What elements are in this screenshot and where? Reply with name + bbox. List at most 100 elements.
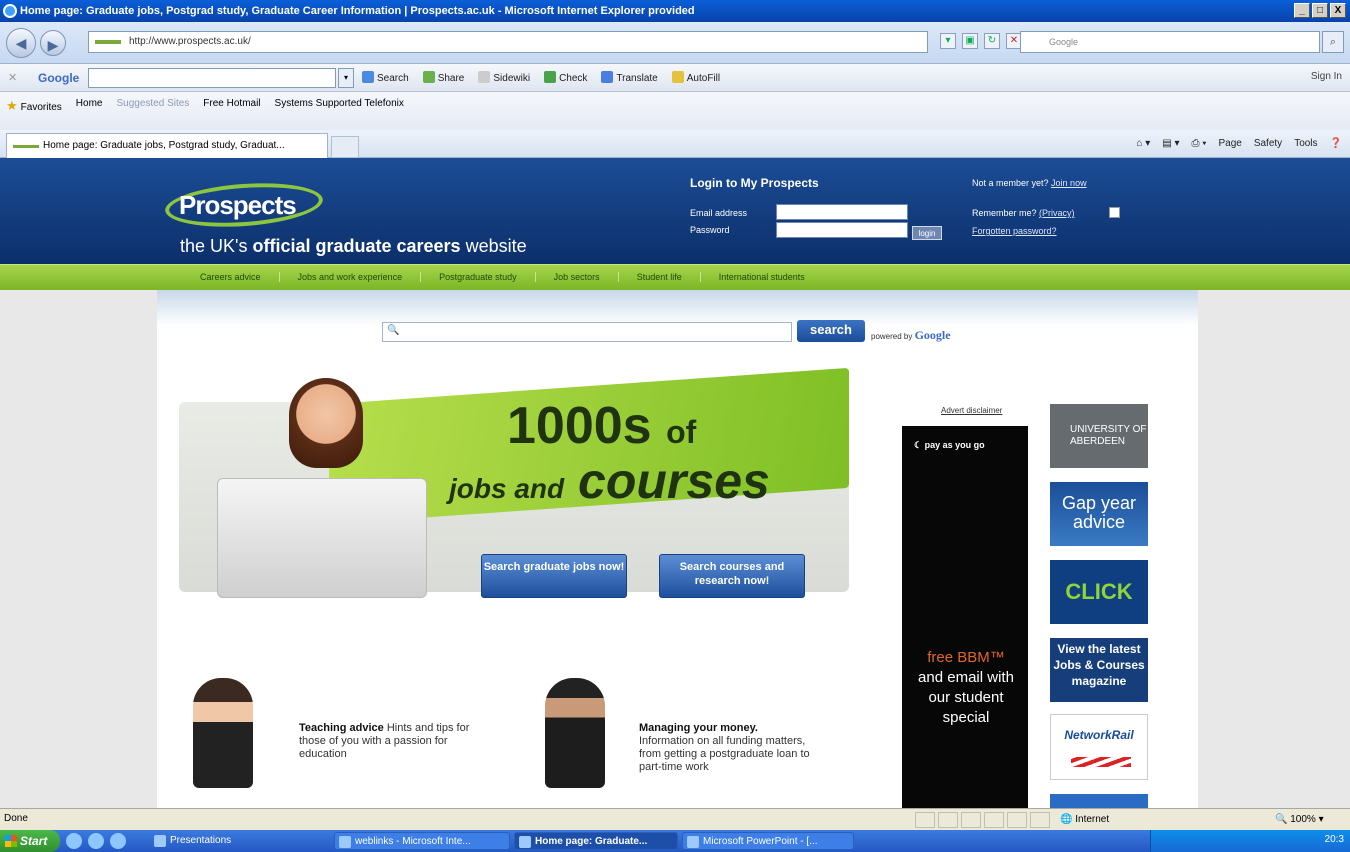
taskbar-weblinks[interactable]: weblinks - Microsoft Inte... bbox=[334, 832, 510, 850]
payg-label: ☾ pay as you go bbox=[914, 440, 985, 450]
nav-international-students[interactable]: International students bbox=[701, 272, 823, 282]
nav-jobs-work-experience[interactable]: Jobs and work experience bbox=[280, 272, 422, 282]
windows-taskbar: Start Presentations weblinks - Microsoft… bbox=[0, 830, 1350, 852]
page-menu[interactable]: Page bbox=[1218, 138, 1241, 149]
home-icon[interactable]: ⌂ ▾ bbox=[1136, 138, 1150, 149]
google-share-button[interactable]: Share bbox=[422, 71, 464, 84]
address-dropdown-icon[interactable]: ▾ bbox=[940, 33, 956, 49]
student-photo bbox=[289, 378, 363, 468]
close-button[interactable]: X bbox=[1330, 3, 1346, 18]
tools-menu[interactable]: Tools bbox=[1294, 138, 1317, 149]
address-url: http://www.prospects.ac.uk/ bbox=[129, 36, 251, 47]
fav-link-home[interactable]: Home bbox=[76, 98, 103, 114]
fav-link-hotmail[interactable]: Free Hotmail bbox=[203, 98, 260, 114]
safety-menu[interactable]: Safety bbox=[1254, 138, 1282, 149]
hero-banner: 1000s of jobs and courses Search graduat… bbox=[179, 367, 849, 618]
quick-launch-ie-icon[interactable] bbox=[88, 833, 104, 849]
nav-careers-advice[interactable]: Careers advice bbox=[182, 272, 280, 282]
star-icon: ★ bbox=[6, 98, 18, 113]
address-input[interactable]: http://www.prospects.ac.uk/ bbox=[88, 31, 928, 53]
close-toolbar-icon[interactable]: ✕ bbox=[8, 71, 17, 84]
forward-button[interactable]: ▶ bbox=[40, 30, 66, 56]
site-search-button[interactable]: search bbox=[797, 320, 865, 342]
forgotten-password-link[interactable]: Forgotten password? bbox=[972, 226, 1057, 236]
teaching-advice-promo[interactable]: Teaching advice Hints and tips for those… bbox=[193, 678, 513, 808]
google-dropdown-icon[interactable]: ▾ bbox=[338, 68, 354, 88]
search-go-icon[interactable]: ⌕ bbox=[1322, 31, 1344, 53]
search-graduate-jobs-button[interactable]: Search graduate jobs now! bbox=[481, 554, 627, 598]
taskbar-prospects[interactable]: Home page: Graduate... bbox=[514, 832, 678, 850]
google-sidewiki-button[interactable]: Sidewiki bbox=[478, 71, 530, 84]
presentations-folder[interactable]: Presentations bbox=[150, 832, 310, 850]
start-button[interactable]: Start bbox=[0, 830, 60, 852]
back-button[interactable]: ◀ bbox=[6, 28, 36, 58]
partial-advert[interactable] bbox=[1050, 794, 1148, 808]
managing-money-promo[interactable]: Managing your money. Information on all f… bbox=[545, 678, 865, 808]
print-icon[interactable]: ⎙ ▾ bbox=[1191, 138, 1206, 149]
search-input[interactable]: Google bbox=[1020, 31, 1320, 53]
address-toolbar: ◀ ▶ http://www.prospects.ac.uk/ ▾ ▣ ↻ ✕ … bbox=[0, 22, 1350, 64]
google-search-button[interactable]: Search bbox=[362, 71, 409, 84]
favorites-bar: ★ Favorites Home Suggested Sites Free Hot… bbox=[0, 92, 1350, 130]
privacy-link[interactable]: (Privacy) bbox=[1039, 208, 1075, 218]
fav-link-suggested[interactable]: Suggested Sites bbox=[116, 98, 189, 114]
window-title: Home page: Graduate jobs, Postgrad study… bbox=[20, 5, 695, 17]
search-courses-button[interactable]: Search courses and research now! bbox=[659, 554, 805, 598]
site-search-input[interactable]: 🔍 bbox=[382, 322, 792, 342]
email-field[interactable] bbox=[776, 204, 908, 220]
nav-postgraduate-study[interactable]: Postgraduate study bbox=[421, 272, 536, 282]
login-button[interactable]: login bbox=[912, 226, 942, 240]
google-check-button[interactable]: Check bbox=[544, 71, 587, 84]
search-icon: 🔍 bbox=[387, 325, 400, 336]
quick-launch-folder-icon[interactable] bbox=[110, 833, 126, 849]
google-logo: Google bbox=[38, 71, 80, 85]
feeds-icon[interactable]: ▤ ▾ bbox=[1162, 138, 1179, 149]
compatibility-icon[interactable]: ▣ bbox=[962, 33, 978, 49]
email-label: Email address bbox=[690, 208, 748, 218]
login-heading: Login to My Prospects bbox=[690, 176, 819, 190]
search-placeholder: Google bbox=[1049, 37, 1079, 47]
laptop-image bbox=[217, 478, 427, 598]
clock: 20:3 bbox=[1324, 834, 1344, 845]
google-search-input[interactable] bbox=[88, 68, 336, 88]
status-bar: Done 🌐 Internet 🔍 100% ▾ bbox=[0, 808, 1350, 830]
help-icon[interactable]: ❓ bbox=[1330, 138, 1342, 149]
aberdeen-advert[interactable]: UNIVERSITY OF ABERDEEN bbox=[1050, 404, 1148, 468]
quick-launch-icon[interactable] bbox=[66, 833, 82, 849]
site-header: Prospects the UK's official graduate car… bbox=[0, 158, 1350, 264]
ie-icon bbox=[3, 4, 17, 18]
sign-in-link[interactable]: Sign In bbox=[1311, 71, 1342, 82]
password-label: Password bbox=[690, 225, 730, 235]
quick-launch bbox=[66, 833, 126, 849]
zoom-level[interactable]: 🔍 100% ▾ bbox=[1275, 810, 1324, 830]
prospects-logo[interactable]: Prospects bbox=[163, 170, 325, 232]
nav-job-sectors[interactable]: Job sectors bbox=[536, 272, 619, 282]
tab-favicon-icon bbox=[13, 145, 39, 148]
network-rail-advert[interactable]: NetworkRail bbox=[1050, 714, 1148, 780]
taskbar-powerpoint[interactable]: Microsoft PowerPoint - [... bbox=[682, 832, 854, 850]
click-here-advert[interactable]: CLICK HERE bbox=[1050, 560, 1148, 668]
gap-year-advert[interactable]: Gap year advice bbox=[1050, 482, 1148, 546]
payg-logo-icon: ☾ bbox=[914, 440, 923, 450]
teacher-photo bbox=[193, 678, 253, 788]
password-field[interactable] bbox=[776, 222, 908, 238]
favorites-button[interactable]: ★ Favorites bbox=[6, 98, 62, 114]
join-now-link[interactable]: Join now bbox=[1051, 178, 1087, 188]
window-title-bar: Home page: Graduate jobs, Postgrad study… bbox=[0, 0, 1350, 22]
refresh-icon[interactable]: ↻ bbox=[984, 33, 1000, 49]
payg-advert[interactable]: ☾ pay as you go free BBM™ and email with … bbox=[902, 426, 1028, 808]
main-content: 🔍 search powered by Google 1000s of jobs… bbox=[157, 290, 1198, 808]
latest-magazine-advert[interactable]: View the latest Jobs & Courses magazine bbox=[1050, 638, 1148, 702]
google-autofill-button[interactable]: AutoFill bbox=[671, 71, 720, 84]
banner-line2: jobs and courses bbox=[449, 453, 770, 509]
minimize-button[interactable]: _ bbox=[1294, 3, 1310, 18]
tab-active[interactable]: Home page: Graduate jobs, Postgrad study… bbox=[6, 133, 328, 158]
google-translate-button[interactable]: Translate bbox=[601, 71, 658, 84]
new-tab-button[interactable] bbox=[331, 136, 359, 158]
maximize-button[interactable]: □ bbox=[1312, 3, 1328, 18]
fav-link-telefonix[interactable]: Systems Supported Telefonix bbox=[275, 98, 404, 114]
remember-me-checkbox[interactable] bbox=[1109, 207, 1120, 218]
main-nav: Careers advice Jobs and work experience … bbox=[0, 264, 1350, 290]
nav-student-life[interactable]: Student life bbox=[619, 272, 701, 282]
advert-disclaimer-link[interactable]: Advert disclaimer bbox=[941, 406, 1002, 415]
